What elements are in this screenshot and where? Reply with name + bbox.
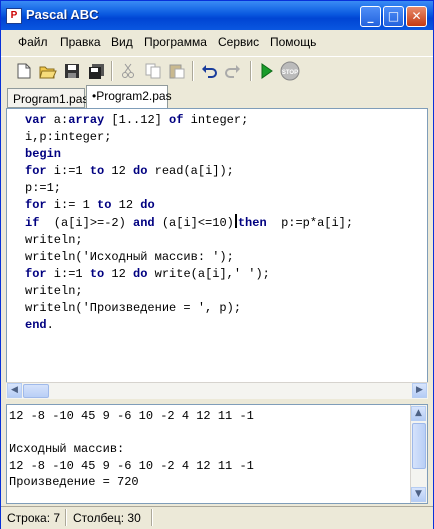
code-line[interactable]: for i:=1 to 12 do read(a[i]); bbox=[25, 164, 234, 178]
pascal-app-icon: P bbox=[6, 8, 22, 24]
scroll-thumb[interactable] bbox=[23, 384, 49, 398]
toolbar-separator bbox=[250, 61, 252, 81]
tab-program2[interactable]: •Program2.pas bbox=[86, 85, 172, 109]
menu-program[interactable]: Программа bbox=[144, 35, 207, 49]
cut-icon[interactable] bbox=[118, 61, 138, 81]
save-icon[interactable] bbox=[62, 61, 82, 81]
editor-horizontal-scrollbar[interactable]: ◀ ▶ bbox=[6, 382, 428, 399]
toolbar: STOP bbox=[1, 56, 433, 85]
code-line[interactable]: for i:= 1 to 12 do bbox=[25, 198, 155, 212]
status-divider bbox=[151, 509, 153, 526]
window-title: Pascal ABC bbox=[26, 7, 99, 22]
copy-icon[interactable] bbox=[143, 61, 163, 81]
tab-program1[interactable]: Program1.pas bbox=[7, 88, 88, 108]
code-line[interactable]: writeln('Произведение = ', p); bbox=[25, 301, 241, 315]
output-vertical-scrollbar[interactable]: ▲ ▼ bbox=[410, 405, 427, 503]
code-line[interactable]: if (a[i]>=-2) and (a[i]<=10) then p:=p*a[… bbox=[25, 214, 353, 230]
stop-icon[interactable]: STOP bbox=[280, 61, 300, 81]
toolbar-separator bbox=[111, 61, 113, 81]
redo-icon[interactable] bbox=[223, 61, 243, 81]
tab-strip: Program1.pas •Program2.pas bbox=[1, 85, 433, 109]
menu-help[interactable]: Помощь bbox=[270, 35, 316, 49]
status-divider bbox=[65, 509, 67, 526]
scroll-left-icon[interactable]: ◀ bbox=[7, 383, 22, 398]
code-line[interactable]: var a:array [1..12] of integer; bbox=[25, 113, 248, 127]
code-line[interactable]: writeln; bbox=[25, 284, 83, 298]
maximize-button[interactable]: □ bbox=[383, 6, 404, 27]
menu-edit[interactable]: Правка bbox=[60, 35, 101, 49]
code-line[interactable]: writeln('Исходный массив: '); bbox=[25, 250, 234, 264]
code-line[interactable]: end. bbox=[25, 318, 54, 332]
toolbar-separator bbox=[192, 61, 194, 81]
output-text: 12 -8 -10 45 9 -6 10 -2 4 12 11 -1 Исход… bbox=[9, 408, 254, 491]
code-line[interactable]: p:=1; bbox=[25, 181, 61, 195]
new-file-icon[interactable] bbox=[14, 61, 34, 81]
scroll-down-icon[interactable]: ▼ bbox=[411, 487, 426, 502]
open-folder-icon[interactable] bbox=[38, 61, 58, 81]
code-line[interactable]: i,p:integer; bbox=[25, 130, 111, 144]
status-column: Столбец: 30 bbox=[73, 511, 141, 525]
paste-icon[interactable] bbox=[167, 61, 187, 81]
menu-file[interactable]: Файл bbox=[18, 35, 48, 49]
save-all-icon[interactable] bbox=[86, 61, 106, 81]
app-window: P Pascal ABC _ □ ✕ Файл Правка Вид Прогр… bbox=[0, 0, 434, 529]
code-text[interactable]: var a:array [1..12] of integer; i,p:inte… bbox=[25, 112, 353, 334]
scroll-thumb[interactable] bbox=[412, 423, 426, 469]
title-bar[interactable]: P Pascal ABC _ □ ✕ bbox=[1, 1, 433, 30]
code-line[interactable]: writeln; bbox=[25, 233, 83, 247]
output-line: 12 -8 -10 45 9 -6 10 -2 4 12 11 -1 bbox=[9, 458, 254, 473]
status-line: Строка: 7 bbox=[7, 511, 61, 525]
code-editor[interactable]: var a:array [1..12] of integer; i,p:inte… bbox=[6, 108, 428, 398]
status-bar: Строка: 7 Столбец: 30 bbox=[1, 506, 433, 529]
menu-service[interactable]: Сервис bbox=[218, 35, 259, 49]
run-icon[interactable] bbox=[257, 61, 277, 81]
stop-label: STOP bbox=[282, 70, 298, 76]
output-pane[interactable]: 12 -8 -10 45 9 -6 10 -2 4 12 11 -1 Исход… bbox=[6, 404, 428, 504]
code-line[interactable]: begin bbox=[25, 147, 61, 161]
output-line: Произведение = 720 bbox=[9, 475, 139, 489]
output-line: 12 -8 -10 45 9 -6 10 -2 4 12 11 -1 bbox=[9, 409, 254, 423]
output-line: Исходный массив: bbox=[9, 442, 125, 456]
undo-icon[interactable] bbox=[199, 61, 219, 81]
minimize-button[interactable]: _ bbox=[360, 6, 381, 27]
code-line[interactable]: for i:=1 to 12 do write(a[i],' '); bbox=[25, 267, 270, 281]
scroll-right-icon[interactable]: ▶ bbox=[412, 383, 427, 398]
close-button[interactable]: ✕ bbox=[406, 6, 427, 27]
scroll-up-icon[interactable]: ▲ bbox=[411, 406, 426, 421]
menu-view[interactable]: Вид bbox=[111, 35, 133, 49]
menu-bar: Файл Правка Вид Программа Сервис Помощь bbox=[1, 30, 433, 54]
